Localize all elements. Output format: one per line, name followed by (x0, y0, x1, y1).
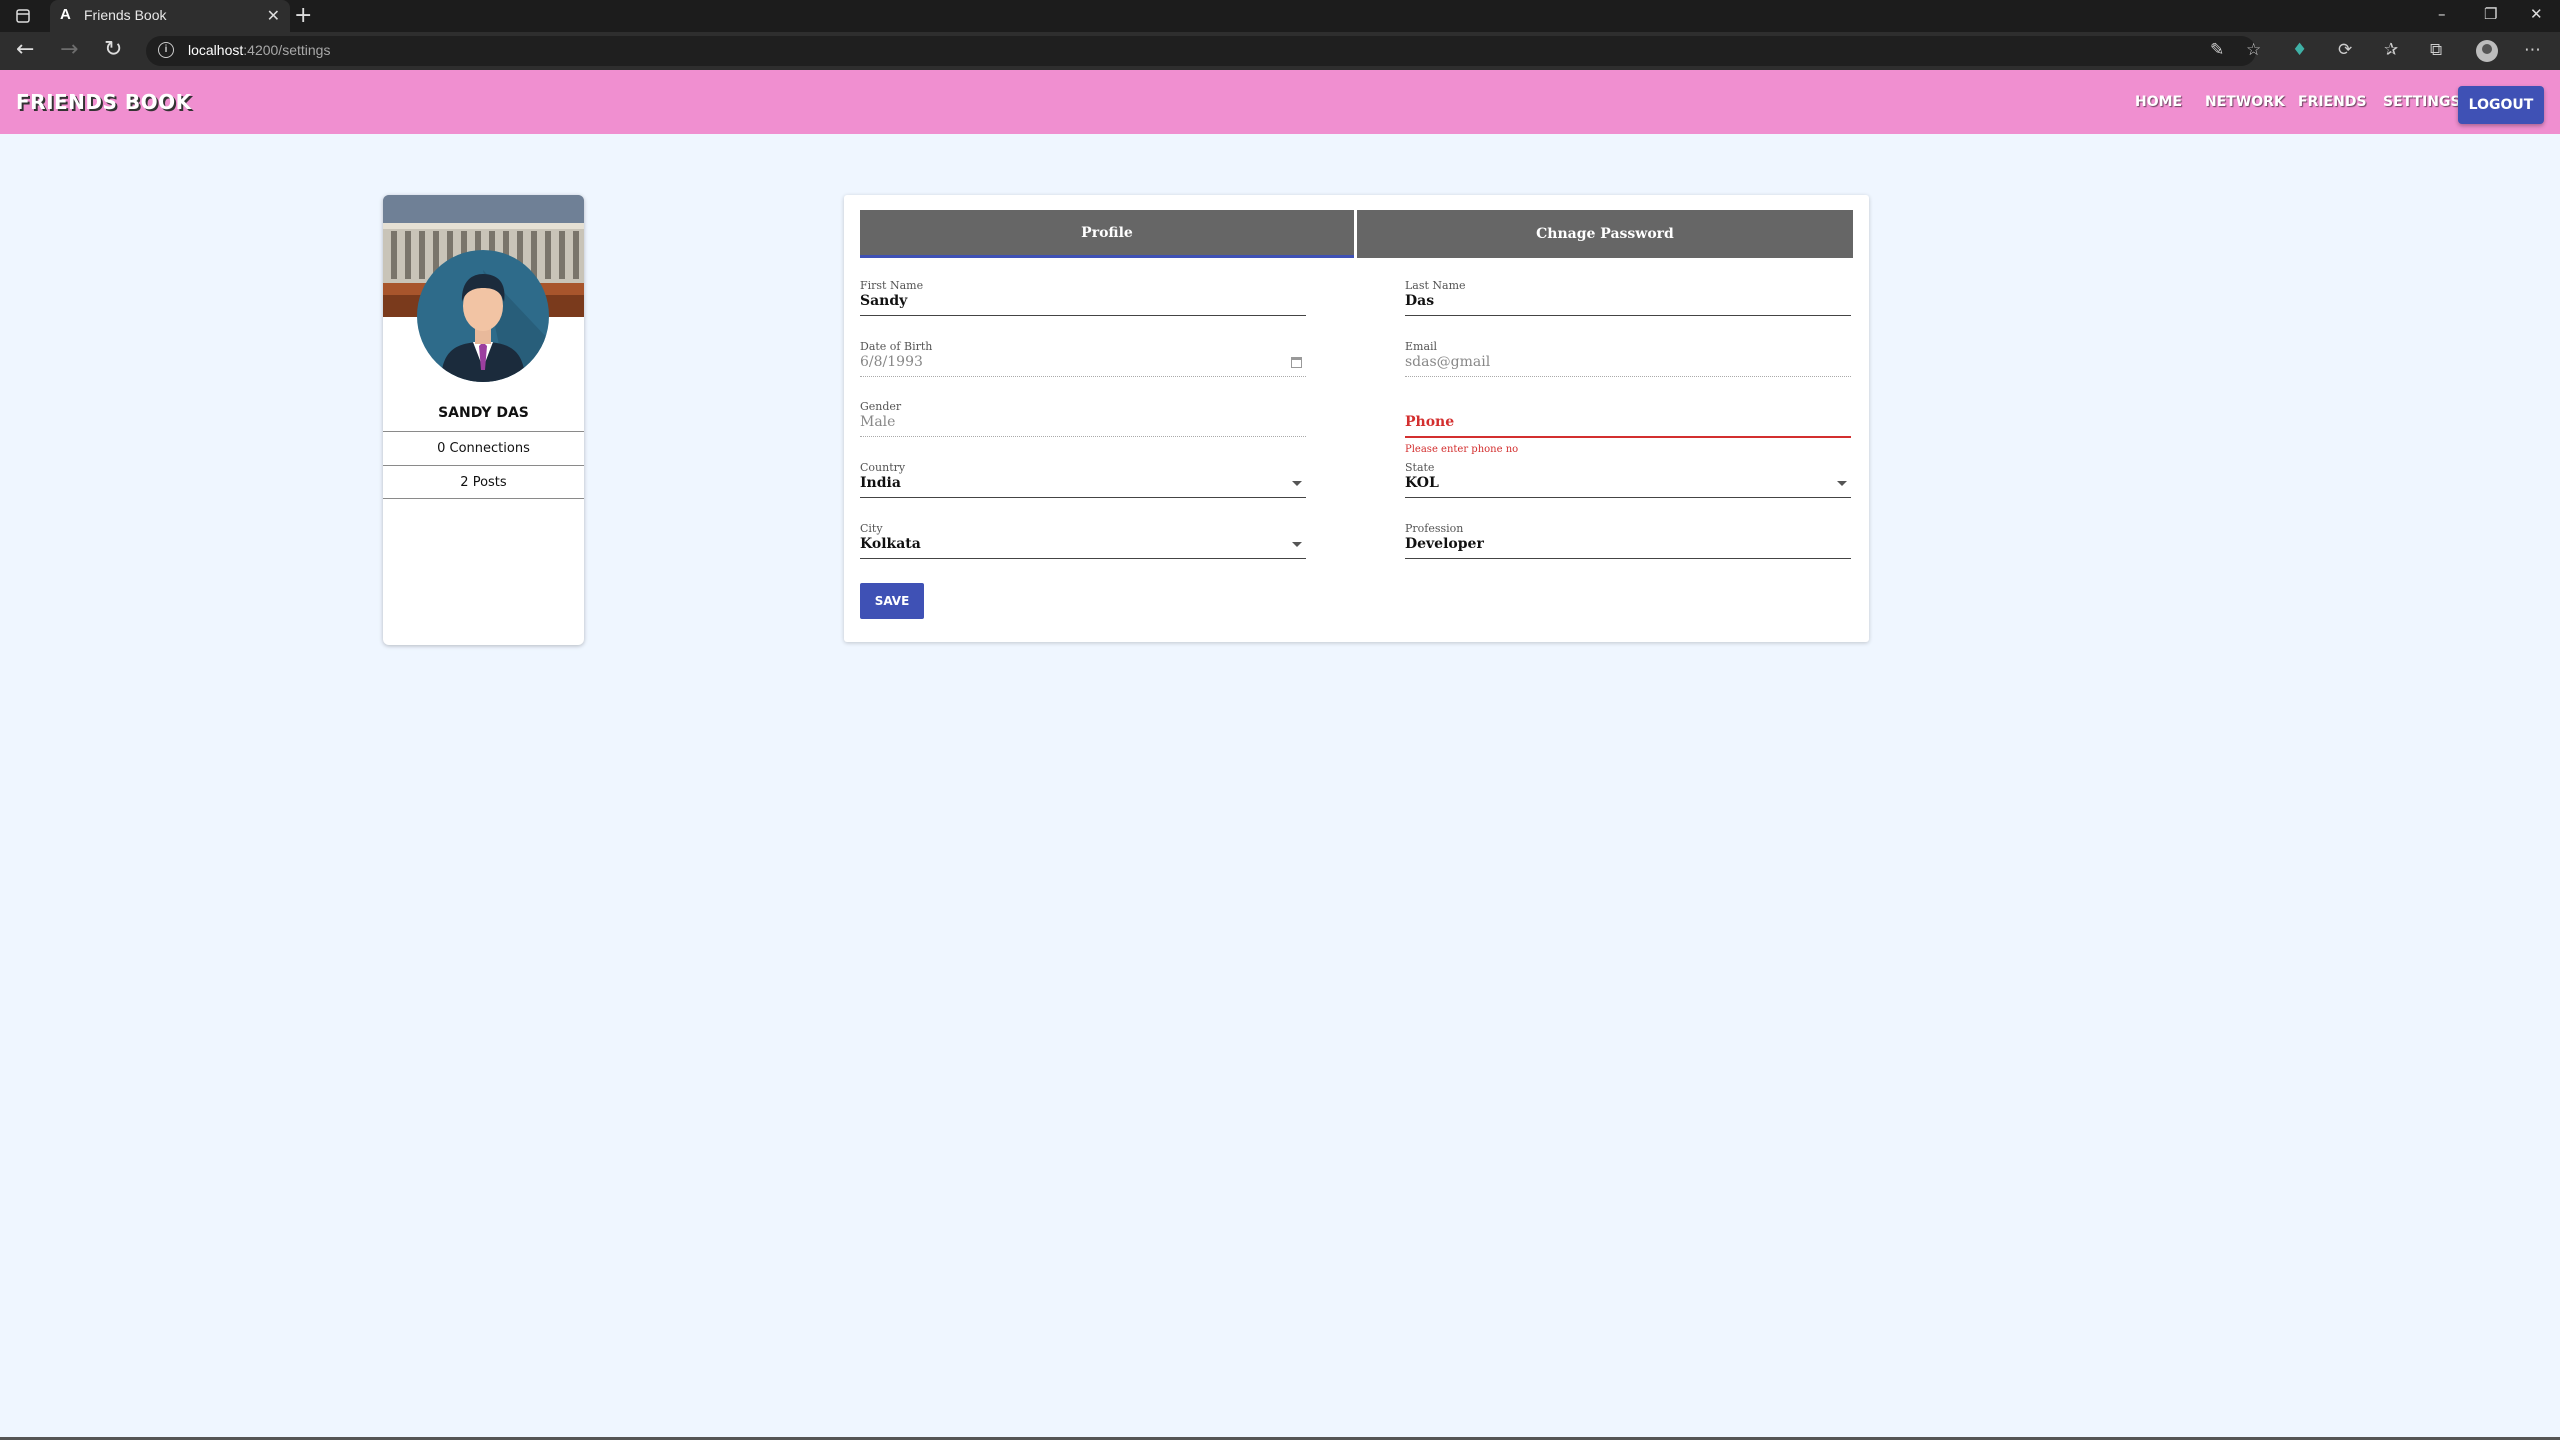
chevron-down-icon[interactable] (1837, 481, 1847, 486)
gender-label: Gender (860, 400, 902, 413)
more-icon[interactable]: ⋯ (2524, 40, 2541, 60)
browser-tab-strip: A Friends Book ✕ + – ❐ ✕ (0, 0, 2560, 32)
country-value[interactable]: India (860, 475, 901, 491)
nav-friends-link[interactable]: FRIENDS (2298, 94, 2367, 110)
brand-logo[interactable]: FRIENDS BOOK (16, 90, 192, 114)
refresh-icon[interactable]: ↻ (104, 37, 122, 62)
save-button[interactable]: SAVE (860, 583, 924, 619)
posts-link[interactable]: 2 Posts (383, 465, 584, 499)
gender-input[interactable]: Male (860, 414, 895, 430)
last-name-input[interactable]: Das (1405, 293, 1434, 309)
connections-link[interactable]: 0 Connections (383, 431, 584, 465)
first-name-input[interactable]: Sandy (860, 293, 907, 309)
url-text[interactable]: localhost:4200/settings (188, 42, 330, 58)
field-underline (860, 315, 1306, 316)
field-underline (1405, 376, 1851, 377)
nav-network-link[interactable]: NETWORK (2205, 94, 2285, 110)
profile-icon[interactable] (2476, 40, 2498, 62)
profile-card: SANDY DAS 0 Connections 2 Posts (383, 195, 584, 645)
tab-actions-icon[interactable] (14, 7, 32, 25)
chevron-down-icon[interactable] (1292, 481, 1302, 486)
field-underline (860, 436, 1306, 437)
field-underline (1405, 436, 1851, 438)
minimize-icon[interactable]: – (2438, 5, 2446, 23)
field-underline (860, 497, 1306, 498)
email-input[interactable]: sdas@gmail (1405, 354, 1490, 370)
calendar-icon[interactable] (1291, 357, 1302, 368)
site-info-icon[interactable]: i (158, 42, 174, 58)
field-underline (860, 558, 1306, 559)
city-label: City (860, 522, 883, 535)
browser-toolbar: ← → ↻ i localhost:4200/settings ✎ ☆ ♦ ⟳ … (0, 32, 2560, 70)
forward-icon[interactable]: → (60, 37, 78, 62)
favorites-icon[interactable]: ✰ (2384, 40, 2398, 60)
nav-settings-link[interactable]: SETTINGS (2383, 94, 2461, 110)
field-underline (1405, 315, 1851, 316)
chevron-down-icon[interactable] (1292, 542, 1302, 547)
email-label: Email (1405, 340, 1438, 353)
profile-name: SANDY DAS (438, 405, 529, 421)
state-label: State (1405, 461, 1435, 474)
close-icon[interactable]: ✕ (267, 6, 280, 25)
sync-icon[interactable]: ⟳ (2338, 40, 2352, 60)
angular-favicon-icon: A (60, 6, 71, 23)
phone-input[interactable]: Phone (1405, 414, 1454, 430)
back-icon[interactable]: ← (16, 37, 34, 62)
add-favorite-icon[interactable]: ☆ (2246, 40, 2261, 60)
new-tab-icon[interactable]: + (294, 3, 312, 28)
dob-input[interactable]: 6/8/1993 (860, 354, 923, 370)
extension-icon[interactable]: ♦ (2292, 40, 2307, 60)
app-header: FRIENDS BOOK HOME NETWORK FRIENDS SETTIN… (0, 70, 2560, 134)
tab-change-password[interactable]: Chnage Password (1357, 210, 1853, 258)
dob-label: Date of Birth (860, 340, 933, 353)
read-aloud-icon[interactable]: ✎ (2210, 40, 2224, 60)
city-value[interactable]: Kolkata (860, 536, 921, 552)
last-name-label: Last Name (1405, 279, 1466, 292)
field-underline (1405, 497, 1851, 498)
state-value[interactable]: KOL (1405, 475, 1439, 491)
browser-tab[interactable]: A Friends Book ✕ (50, 0, 290, 32)
first-name-label: First Name (860, 279, 924, 292)
logout-button[interactable]: LOGOUT (2458, 86, 2544, 124)
field-underline (860, 376, 1306, 377)
country-label: Country (860, 461, 906, 474)
nav-home-link[interactable]: HOME (2135, 94, 2182, 110)
tab-title: Friends Book (84, 7, 167, 23)
profession-label: Profession (1405, 522, 1464, 535)
avatar (417, 250, 549, 382)
settings-card: Profile Chnage Password First Name Sandy… (844, 195, 1869, 642)
tab-profile[interactable]: Profile (860, 210, 1354, 258)
phone-error-message: Please enter phone no (1405, 444, 1519, 455)
address-bar[interactable]: i localhost:4200/settings (146, 36, 2256, 66)
field-underline (1405, 558, 1851, 559)
restore-icon[interactable]: ❐ (2484, 5, 2497, 23)
window-close-icon[interactable]: ✕ (2530, 5, 2543, 23)
profession-input[interactable]: Developer (1405, 536, 1484, 552)
collections-icon[interactable]: ⧉ (2430, 40, 2442, 60)
